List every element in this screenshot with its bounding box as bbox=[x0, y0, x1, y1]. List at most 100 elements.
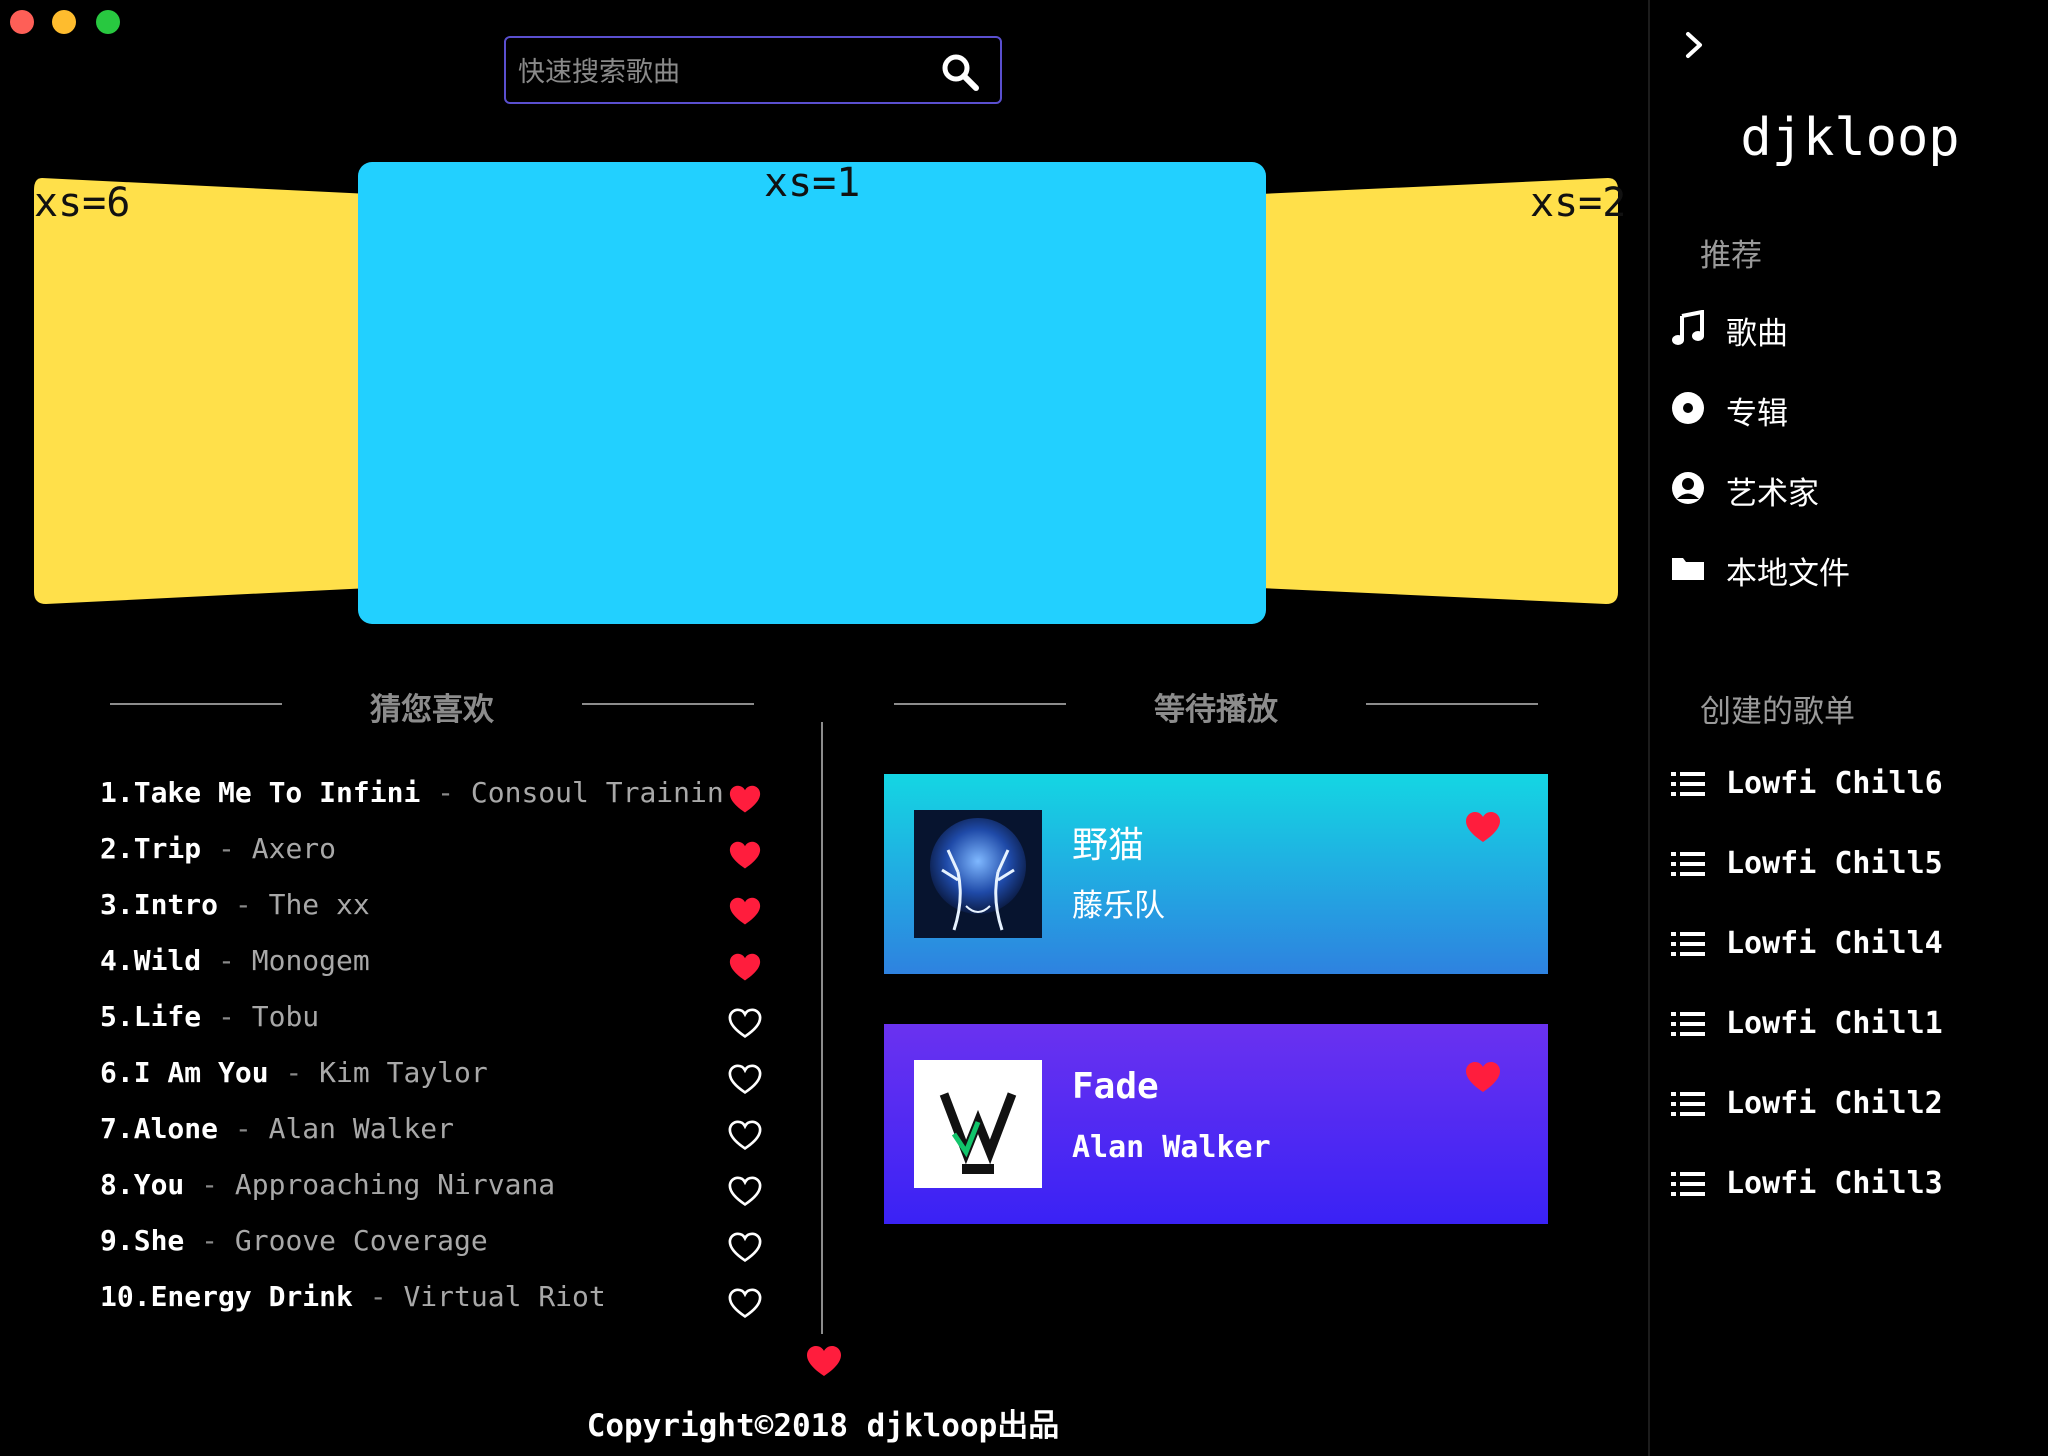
song-separator: - bbox=[352, 1280, 404, 1313]
song-title: 10. bbox=[100, 1280, 151, 1313]
list-icon bbox=[1671, 932, 1705, 956]
song-row[interactable]: 4.Wild - Monogem bbox=[100, 936, 770, 992]
song-artist: Consoul Trainin bbox=[470, 776, 724, 809]
heart-filled-icon[interactable] bbox=[728, 952, 762, 984]
queue-card-artist: Alan Walker bbox=[1072, 1130, 1271, 1165]
sidebar-item-label: Lowfi Chill3 bbox=[1726, 1166, 1943, 1201]
sidebar-item-label: Lowfi Chill4 bbox=[1726, 926, 1943, 961]
sidebar-item-albums[interactable]: 专辑 bbox=[1670, 378, 2030, 438]
song-artist: Tobu bbox=[251, 1000, 320, 1033]
song-row-text: 1.Take Me To Infini - Consoul Trainin bbox=[100, 776, 724, 809]
sidebar: djkloop 推荐 歌曲 专辑 艺术家 本地文件 创建的歌单 Lowfi Ch bbox=[1648, 0, 2048, 1456]
sidebar-item-playlist[interactable]: Lowfi Chill3 bbox=[1670, 1154, 2030, 1214]
song-title: I Am You bbox=[133, 1056, 269, 1089]
song-title: Alone bbox=[133, 1112, 219, 1145]
sidebar-item-playlist[interactable]: Lowfi Chill5 bbox=[1670, 834, 2030, 894]
song-separator: - bbox=[218, 1112, 269, 1145]
carousel-slide-right[interactable] bbox=[1260, 178, 1624, 608]
song-separator: - bbox=[184, 1224, 235, 1257]
queue-card[interactable]: 野猫 藤乐队 bbox=[884, 774, 1548, 974]
song-row-text: 5.Life - Tobu bbox=[100, 1000, 319, 1033]
footer-copyright: Copyright©2018 djkloop出品 bbox=[586, 1408, 1060, 1444]
song-title: 4. bbox=[100, 944, 134, 977]
heart-filled-icon[interactable] bbox=[1466, 1062, 1500, 1094]
sidebar-item-label: 歌曲 bbox=[1726, 316, 1788, 352]
chevron-right-icon[interactable] bbox=[1678, 28, 1710, 62]
heart-outline-icon[interactable] bbox=[728, 1008, 762, 1040]
queue-card-title: 野猫 bbox=[1072, 825, 1145, 866]
sidebar-item-label: Lowfi Chill2 bbox=[1726, 1086, 1943, 1121]
song-row[interactable]: 2.Trip - Axero bbox=[100, 824, 770, 880]
heart-outline-icon[interactable] bbox=[728, 1120, 762, 1152]
song-row[interactable]: 10.Energy Drink - Virtual Riot bbox=[100, 1272, 770, 1328]
carousel-slide-left[interactable] bbox=[30, 178, 370, 608]
heart-outline-icon[interactable] bbox=[728, 1176, 762, 1208]
song-row[interactable]: 1.Take Me To Infini - Consoul Trainin bbox=[100, 768, 770, 824]
folder-icon bbox=[1672, 558, 1704, 580]
queue-card[interactable]: Fade Alan Walker bbox=[884, 1024, 1548, 1224]
banner-carousel: xs=6 xs=2 xs=1 bbox=[0, 150, 1640, 640]
sidebar-item-label: Lowfi Chill5 bbox=[1726, 846, 1943, 881]
song-row[interactable]: 7.Alone - Alan Walker bbox=[100, 1104, 770, 1160]
zoom-window-button[interactable] bbox=[96, 10, 120, 34]
heart-filled-icon[interactable] bbox=[728, 840, 762, 872]
heart-outline-icon[interactable] bbox=[728, 1288, 762, 1320]
song-artist: Groove Coverage bbox=[234, 1224, 488, 1257]
queue-card-artist: 藤乐队 bbox=[1072, 888, 1165, 924]
sidebar-item-playlist[interactable]: Lowfi Chill6 bbox=[1670, 754, 2030, 814]
song-row-text: 3.Intro - The xx bbox=[100, 888, 370, 921]
user-circle-icon bbox=[1672, 472, 1704, 504]
song-title: You bbox=[133, 1168, 185, 1201]
recommend-title-rule-left bbox=[110, 703, 282, 705]
song-artist: Approaching Nirvana bbox=[234, 1168, 556, 1201]
recommend-section-title: 猜您喜欢 bbox=[370, 692, 494, 728]
song-row[interactable]: 3.Intro - The xx bbox=[100, 880, 770, 936]
heart-filled-icon[interactable] bbox=[728, 896, 762, 928]
song-row[interactable]: 6.I Am You - Kim Taylor bbox=[100, 1048, 770, 1104]
search-input[interactable] bbox=[516, 48, 920, 96]
heart-filled-icon[interactable] bbox=[728, 784, 762, 816]
sidebar-item-playlist[interactable]: Lowfi Chill2 bbox=[1670, 1074, 2030, 1134]
song-row-text: 2.Trip - Axero bbox=[100, 832, 336, 865]
heart-filled-icon[interactable] bbox=[1466, 812, 1500, 844]
song-row-text: 9.She - Groove Coverage bbox=[100, 1224, 488, 1257]
sidebar-item-local-files[interactable]: 本地文件 bbox=[1670, 538, 2030, 598]
song-separator: - bbox=[420, 776, 471, 809]
song-artist: Virtual Riot bbox=[403, 1280, 606, 1313]
sidebar-item-playlist[interactable]: Lowfi Chill1 bbox=[1670, 994, 2030, 1054]
list-icon bbox=[1671, 772, 1705, 796]
playlists-header: 创建的歌单 bbox=[1700, 694, 1855, 730]
song-row[interactable]: 5.Life - Tobu bbox=[100, 992, 770, 1048]
song-separator: - bbox=[201, 832, 252, 865]
song-title: 5. bbox=[100, 1000, 134, 1033]
sidebar-item-artists[interactable]: 艺术家 bbox=[1670, 458, 2030, 518]
song-title: 7. bbox=[100, 1112, 134, 1145]
close-window-button[interactable] bbox=[10, 10, 34, 34]
song-title: Intro bbox=[133, 888, 219, 921]
song-title: 3. bbox=[100, 888, 134, 921]
sidebar-item-playlist[interactable]: Lowfi Chill4 bbox=[1670, 914, 2030, 974]
song-title: Life bbox=[133, 1000, 202, 1033]
sidebar-item-songs[interactable]: 歌曲 bbox=[1670, 298, 2030, 358]
list-icon bbox=[1671, 852, 1705, 876]
song-row[interactable]: 9.She - Groove Coverage bbox=[100, 1216, 770, 1272]
music-note-icon bbox=[1672, 310, 1704, 345]
song-row-text: 8.You - Approaching Nirvana bbox=[100, 1168, 555, 1201]
heart-outline-icon[interactable] bbox=[728, 1064, 762, 1096]
song-title: 1. bbox=[100, 776, 134, 809]
search-icon[interactable] bbox=[940, 52, 980, 92]
song-separator: - bbox=[201, 1000, 252, 1033]
recommend-title-rule-right bbox=[582, 703, 754, 705]
song-row-text: 6.I Am You - Kim Taylor bbox=[100, 1056, 488, 1089]
song-title: 2. bbox=[100, 832, 134, 865]
song-row[interactable]: 8.You - Approaching Nirvana bbox=[100, 1160, 770, 1216]
heart-outline-icon[interactable] bbox=[728, 1232, 762, 1264]
song-artist: The xx bbox=[268, 888, 370, 921]
song-title: Wild bbox=[133, 944, 202, 977]
minimize-window-button[interactable] bbox=[52, 10, 76, 34]
song-artist: Alan Walker bbox=[268, 1112, 455, 1145]
sidebar-item-label: 本地文件 bbox=[1726, 556, 1850, 592]
carousel-slide-center[interactable] bbox=[358, 162, 1266, 624]
queue-title-rule-right bbox=[1366, 703, 1538, 705]
song-row-text: 10.Energy Drink - Virtual Riot bbox=[100, 1280, 606, 1313]
